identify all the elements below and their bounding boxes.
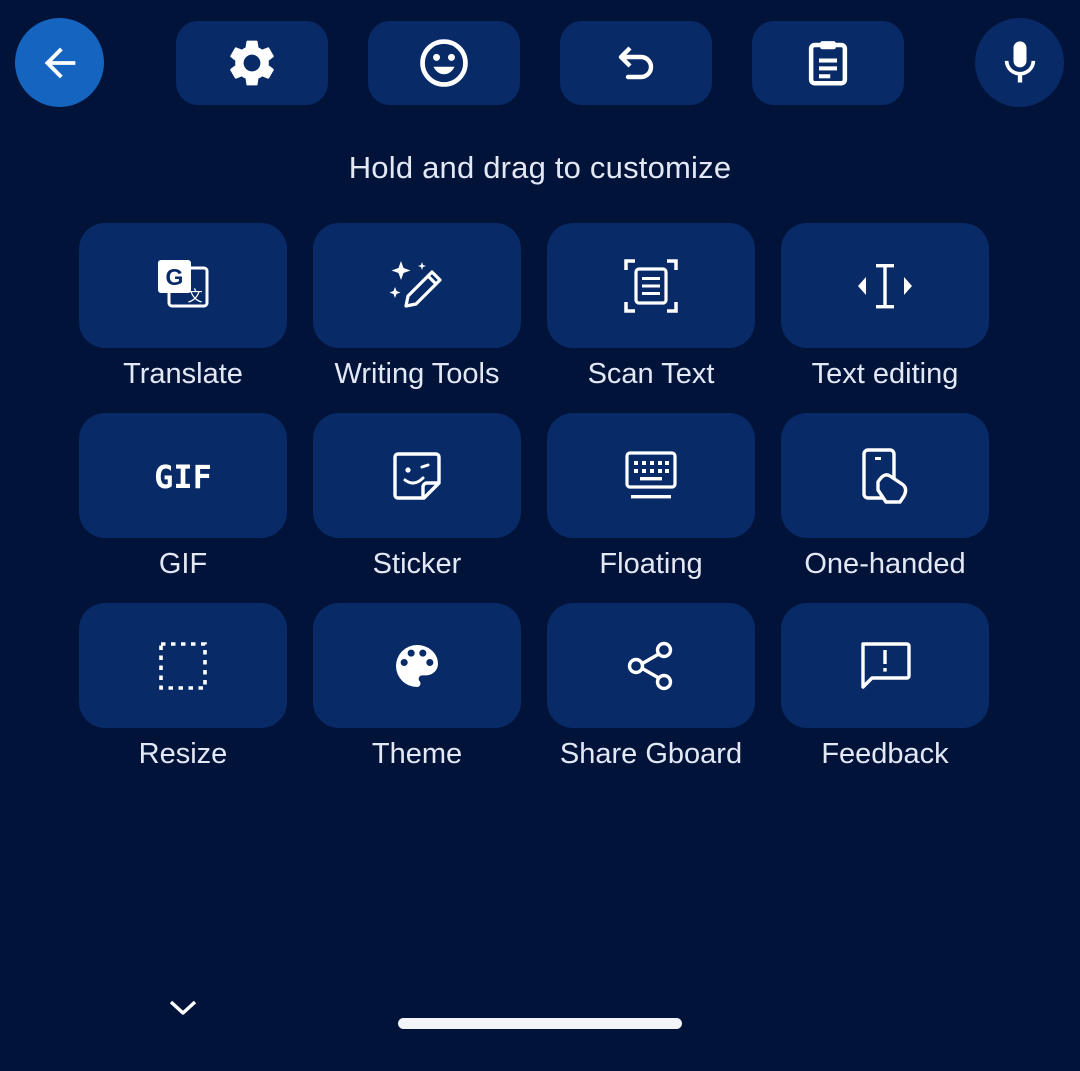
one-handed-icon (858, 446, 912, 506)
floating-keyboard-icon (623, 449, 679, 503)
tile-one-handed-box[interactable] (781, 413, 989, 538)
tile-feedback[interactable]: Feedback (781, 603, 989, 771)
tile-label: One-handed (804, 548, 966, 580)
gear-icon (224, 35, 280, 91)
back-button[interactable] (15, 18, 104, 107)
keyboard-panel: Hold and drag to customize G 文 Translate (0, 0, 1080, 1071)
tile-label: Translate (123, 358, 243, 390)
translate-icon: G 文 (154, 257, 212, 315)
microphone-icon (994, 37, 1046, 89)
tile-theme-box[interactable] (313, 603, 521, 728)
collapse-keyboard-button[interactable] (163, 990, 203, 1026)
tile-sticker[interactable]: Sticker (313, 413, 521, 581)
gif-glyph: GIF (154, 458, 212, 494)
tile-label: Sticker (372, 548, 462, 580)
tile-label: Text editing (811, 358, 959, 390)
customize-hint: Hold and drag to customize (348, 150, 732, 185)
text-cursor-icon (855, 260, 915, 312)
magic-pen-icon (388, 257, 446, 315)
tile-label: Writing Tools (334, 358, 500, 390)
palette-icon (389, 638, 445, 694)
voice-input-button[interactable] (975, 18, 1064, 107)
tile-translate[interactable]: G 文 Translate (79, 223, 287, 391)
clipboard-icon (801, 36, 855, 90)
undo-button[interactable] (560, 21, 712, 105)
tile-writing-tools[interactable]: Writing Tools (313, 223, 521, 391)
tile-floating-box[interactable] (547, 413, 755, 538)
chevron-down-icon (168, 998, 198, 1018)
tile-label: GIF (158, 548, 208, 580)
tile-text-editing[interactable]: Text editing (781, 223, 989, 391)
tile-share-gboard-box[interactable] (547, 603, 755, 728)
arrow-left-icon (37, 40, 83, 86)
feedback-icon (857, 639, 913, 693)
tile-gif[interactable]: GIF GIF (79, 413, 287, 581)
tile-gif-box[interactable]: GIF (79, 413, 287, 538)
scan-text-icon (623, 256, 679, 316)
settings-button[interactable] (176, 21, 328, 105)
gif-icon: GIF (150, 458, 216, 494)
svg-text:G: G (166, 264, 184, 290)
resize-icon (156, 639, 210, 693)
tile-label: Floating (599, 548, 703, 580)
tile-feedback-box[interactable] (781, 603, 989, 728)
tile-resize-box[interactable] (79, 603, 287, 728)
tile-label: Feedback (821, 738, 949, 770)
tile-label: Resize (138, 738, 228, 770)
tile-sticker-box[interactable] (313, 413, 521, 538)
tile-share-gboard[interactable]: Share Gboard (547, 603, 755, 771)
clipboard-button[interactable] (752, 21, 904, 105)
tile-scan-text-box[interactable] (547, 223, 755, 348)
tile-one-handed[interactable]: One-handed (781, 413, 989, 581)
tile-writing-tools-box[interactable] (313, 223, 521, 348)
gesture-nav-bar[interactable] (398, 1018, 682, 1029)
tile-floating[interactable]: Floating (547, 413, 755, 581)
tile-label: Scan Text (587, 358, 715, 390)
tile-label: Theme (371, 738, 463, 770)
tile-text-editing-box[interactable] (781, 223, 989, 348)
tile-resize[interactable]: Resize (79, 603, 287, 771)
sticker-icon (390, 449, 444, 503)
undo-icon (612, 39, 660, 87)
svg-text:文: 文 (187, 287, 202, 305)
tile-scan-text[interactable]: Scan Text (547, 223, 755, 391)
emoji-button[interactable] (368, 21, 520, 105)
tile-translate-box[interactable]: G 文 (79, 223, 287, 348)
tile-label: Share Gboard (559, 738, 743, 770)
tile-theme[interactable]: Theme (313, 603, 521, 771)
share-icon (624, 638, 678, 694)
smiley-icon (416, 35, 472, 91)
